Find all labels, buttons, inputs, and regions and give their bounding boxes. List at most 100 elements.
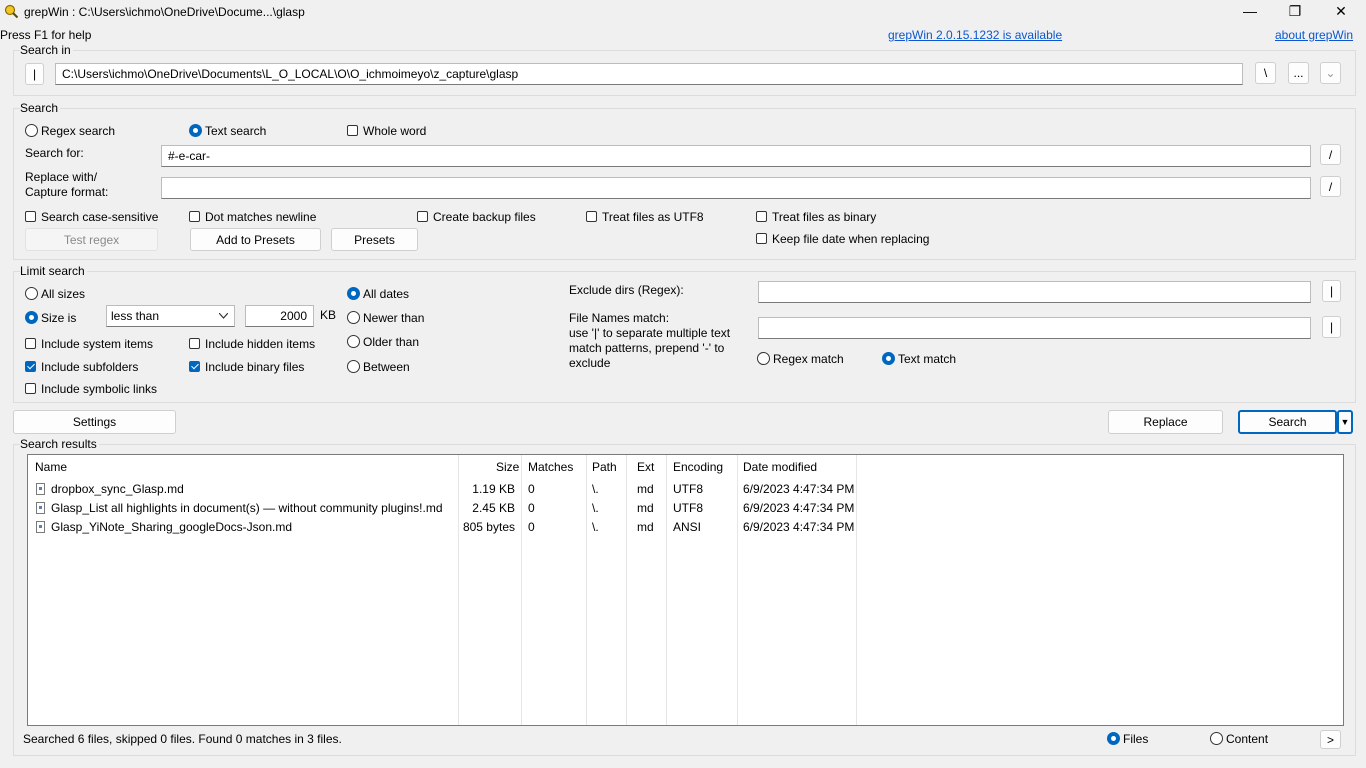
row-name: Glasp_List all highlights in document(s)… (51, 501, 443, 515)
col-header-matches[interactable]: Matches (528, 460, 573, 474)
search-button[interactable]: Search (1238, 410, 1337, 434)
include-system-label: Include system items (41, 337, 154, 351)
settings-button[interactable]: Settings (13, 410, 176, 434)
treat-binary-label: Treat files as binary (772, 210, 877, 224)
col-header-ext[interactable]: Ext (637, 460, 654, 474)
help-text: Press F1 for help (0, 28, 92, 42)
keep-date-label: Keep file date when replacing (772, 232, 930, 246)
exclude-dirs-input[interactable] (758, 281, 1311, 303)
search-for-label: Search for: (25, 146, 84, 160)
search-in-label: Search in (20, 43, 73, 57)
add-to-presets-button[interactable]: Add to Presets (190, 228, 321, 251)
case-sensitive-checkbox[interactable] (25, 211, 36, 222)
older-than-label: Older than (363, 335, 420, 349)
size-is-label: Size is (41, 311, 77, 325)
keep-date-checkbox[interactable] (756, 233, 767, 244)
presets-button[interactable]: Presets (331, 228, 418, 251)
title-bar: grepWin : C:\Users\ichmo\OneDrive\Docume… (0, 0, 1366, 24)
dot-newline-label: Dot matches newline (205, 210, 317, 224)
treat-utf8-checkbox[interactable] (586, 211, 597, 222)
replace-with-input[interactable] (161, 177, 1311, 199)
include-symlinks-label: Include symbolic links (41, 382, 158, 396)
row-matches: 0 (528, 482, 535, 496)
size-value-input[interactable]: 2000 (245, 305, 314, 327)
size-is-radio[interactable] (25, 311, 38, 324)
row-path: \. (592, 520, 599, 534)
file-names-label: File Names match: (569, 311, 670, 325)
col-header-name[interactable]: Name (35, 460, 67, 474)
results-list[interactable]: Name Size Matches Path Ext Encoding Date… (27, 454, 1344, 726)
exclude-dirs-button[interactable]: | (1322, 280, 1341, 302)
search-dropdown-button[interactable]: ▼ (1337, 410, 1353, 434)
between-label: Between (363, 360, 410, 374)
whole-word-checkbox[interactable] (347, 125, 358, 136)
treat-utf8-label: Treat files as UTF8 (602, 210, 704, 224)
search-for-input[interactable]: #-e-car- (161, 145, 1311, 167)
browse-button[interactable]: ... (1288, 62, 1309, 84)
row-ext: md (637, 501, 654, 515)
all-sizes-radio[interactable] (25, 287, 38, 300)
row-name: dropbox_sync_Glasp.md (51, 482, 184, 496)
row-matches: 0 (528, 501, 535, 515)
older-than-radio[interactable] (347, 335, 360, 348)
magnifier-app-icon (4, 4, 19, 19)
file-names-help-1: use '|' to separate multiple text (569, 326, 731, 340)
backslash-button[interactable]: \ (1255, 62, 1276, 84)
row-encoding: UTF8 (673, 501, 703, 515)
case-sensitive-label: Search case-sensitive (41, 210, 159, 224)
search-for-slash-button[interactable]: / (1320, 144, 1341, 165)
between-radio[interactable] (347, 360, 360, 373)
text-search-radio[interactable] (189, 124, 202, 137)
minimize-icon[interactable]: — (1227, 0, 1273, 22)
about-link[interactable]: about grepWin (1275, 28, 1353, 42)
all-sizes-label: All sizes (41, 287, 86, 301)
regex-search-radio[interactable] (25, 124, 38, 137)
search-results-label: Search results (20, 437, 99, 451)
regex-match-radio[interactable] (757, 352, 770, 365)
create-backup-checkbox[interactable] (417, 211, 428, 222)
expand-button[interactable]: > (1320, 730, 1341, 749)
history-dropdown-button[interactable]: ⌄ (1320, 62, 1341, 84)
replace-slash-button[interactable]: / (1320, 176, 1341, 197)
include-symlinks-checkbox[interactable] (25, 383, 36, 394)
all-dates-label: All dates (363, 287, 410, 301)
update-link[interactable]: grepWin 2.0.15.1232 is available (888, 28, 1062, 42)
search-in-left-button[interactable]: | (25, 63, 44, 85)
text-match-label: Text match (898, 352, 957, 366)
content-radio[interactable] (1210, 732, 1223, 745)
row-size: 2.45 KB (472, 501, 515, 515)
file-names-button[interactable]: | (1322, 316, 1341, 338)
col-header-path[interactable]: Path (592, 460, 617, 474)
size-operator-select[interactable]: less than (106, 305, 235, 327)
maximize-icon[interactable]: ❐ (1272, 0, 1318, 22)
test-regex-button[interactable]: Test regex (25, 228, 158, 251)
include-hidden-checkbox[interactable] (189, 338, 200, 349)
dot-newline-checkbox[interactable] (189, 211, 200, 222)
text-match-radio[interactable] (882, 352, 895, 365)
row-encoding: UTF8 (673, 482, 703, 496)
close-icon[interactable]: ✕ (1318, 0, 1364, 22)
newer-than-label: Newer than (363, 311, 425, 325)
col-header-date[interactable]: Date modified (743, 460, 817, 474)
files-radio[interactable] (1107, 732, 1120, 745)
file-names-input[interactable] (758, 317, 1311, 339)
include-binary-checkbox[interactable] (189, 361, 200, 372)
row-path: \. (592, 482, 599, 496)
include-hidden-label: Include hidden items (205, 337, 316, 351)
size-unit-label: KB (320, 308, 337, 322)
status-text: Searched 6 files, skipped 0 files. Found… (23, 732, 342, 746)
replace-button[interactable]: Replace (1108, 410, 1223, 434)
treat-binary-checkbox[interactable] (756, 211, 767, 222)
capture-format-label: Capture format: (25, 185, 109, 199)
row-size: 1.19 KB (472, 482, 515, 496)
all-dates-radio[interactable] (347, 287, 360, 300)
row-date: 6/9/2023 4:47:34 PM (743, 501, 855, 515)
include-subfolders-checkbox[interactable] (25, 361, 36, 372)
newer-than-radio[interactable] (347, 311, 360, 324)
col-header-size[interactable]: Size (496, 460, 519, 474)
limit-search-label: Limit search (20, 264, 87, 278)
include-system-checkbox[interactable] (25, 338, 36, 349)
search-path-input[interactable]: C:\Users\ichmo\OneDrive\Documents\L_O_LO… (55, 63, 1243, 85)
whole-word-label: Whole word (363, 124, 427, 138)
col-header-encoding[interactable]: Encoding (673, 460, 723, 474)
